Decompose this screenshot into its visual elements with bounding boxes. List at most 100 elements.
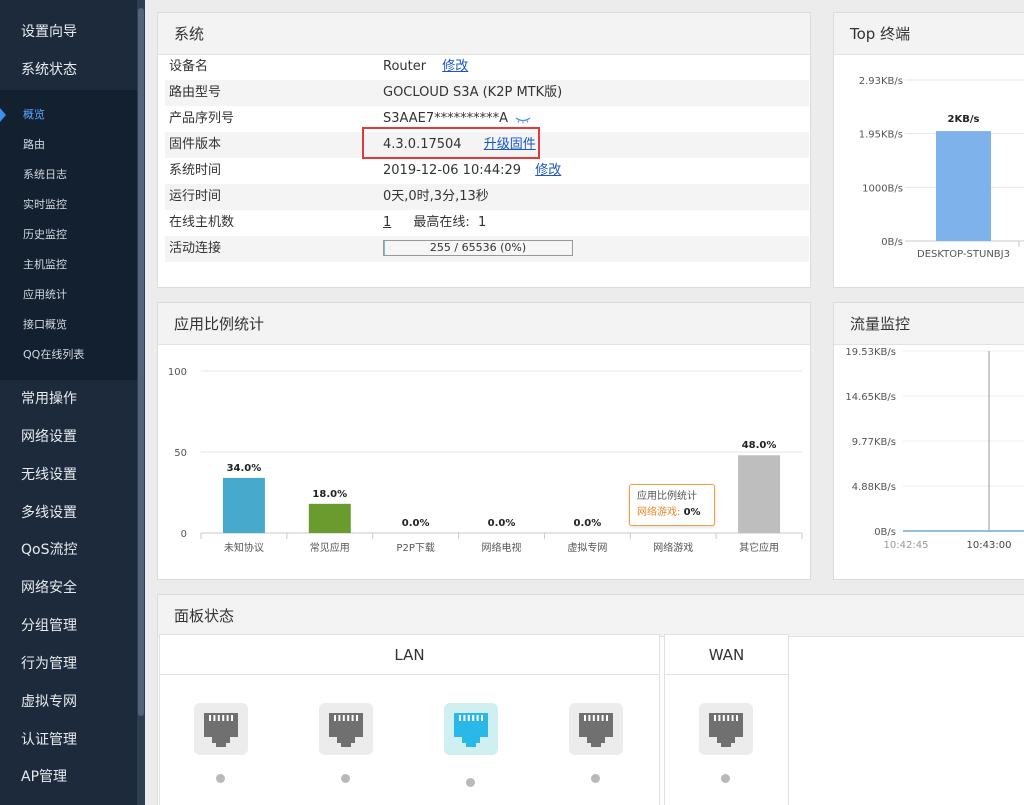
- nav-multiline-settings[interactable]: 多线设置: [0, 494, 137, 532]
- nav-network-settings[interactable]: 网络设置: [0, 418, 137, 456]
- show-serial-eye-icon[interactable]: [515, 114, 531, 124]
- row-key: 运行时间: [169, 189, 222, 204]
- nav-ap-management[interactable]: AP管理: [0, 758, 137, 796]
- ethernet-port-icon: [454, 713, 488, 747]
- lan-port-4[interactable]: [569, 703, 623, 755]
- app-ratio-title: 应用比例统计: [158, 303, 810, 345]
- wan-label: WAN: [665, 635, 788, 675]
- subnav-overview[interactable]: 概览: [0, 100, 137, 130]
- subnav-system-log[interactable]: 系统日志: [0, 160, 137, 190]
- panel-status-title: 面板状态: [158, 595, 1024, 637]
- row-online-hosts: 在线主机数 1 最高在线: 1: [165, 210, 809, 236]
- router-model-value: GOCLOUD S3A (K2P MTK版): [383, 85, 563, 100]
- uptime-value: 0天,0时,3分,13秒: [383, 189, 489, 204]
- bar-data-label: 2KB/s: [948, 114, 980, 125]
- nav-qos[interactable]: QoS流控: [0, 531, 137, 569]
- nav-setup-wizard[interactable]: 设置向导: [0, 13, 137, 51]
- nav-common-ops[interactable]: 常用操作: [0, 380, 137, 418]
- top-terminal-chart: 2.93KB/s 1.95KB/s 1000B/s 0B/s 2KB/s DESKTOP-…: [859, 76, 1024, 260]
- max-online-value: 1: [477, 215, 487, 230]
- ethernet-port-icon: [329, 713, 363, 747]
- x-tick-label: 虚拟专网: [567, 541, 607, 554]
- y-tick-label: 4.88KB/s: [852, 482, 896, 493]
- bar-data-label: 48.0%: [742, 440, 777, 451]
- row-key: 产品序列号: [169, 111, 235, 126]
- nav-system-status[interactable]: 系统状态: [0, 51, 137, 89]
- lan-port-1[interactable]: [194, 703, 248, 755]
- active-connections-bar: 255 / 65536 (0%): [383, 240, 573, 256]
- system-time-value: 2019-12-06 10:44:29: [383, 163, 522, 178]
- edit-system-time-link[interactable]: 修改: [535, 163, 561, 178]
- lan-port-2[interactable]: [319, 703, 373, 755]
- system-status-submenu: 概览 路由 系统日志 实时监控 历史监控 主机监控 应用统计 接口概览 QQ在线…: [0, 90, 137, 380]
- nav-vpn[interactable]: 虚拟专网: [0, 683, 137, 721]
- x-tick-label: 其它应用: [739, 541, 779, 554]
- sidebar: 设置向导 系统状态 概览 路由 系统日志 实时监控 历史监控 主机监控 应用统计…: [0, 0, 145, 805]
- row-uptime: 运行时间 0天,0时,3分,13秒: [165, 184, 809, 210]
- bar[interactable]: [936, 131, 991, 241]
- ethernet-port-icon: [204, 713, 238, 747]
- x-tick-label: 10:43:00: [967, 540, 1012, 551]
- active-connections-fill: [384, 241, 385, 255]
- bar-data-label: 18.0%: [312, 489, 347, 500]
- app-ratio-chart: 0 50 100 34.0% 未知协议 18.0% 常见应用 0.0% P2P下载 0.0% 网络电…: [168, 367, 803, 554]
- nav-behavior-management[interactable]: 行为管理: [0, 645, 137, 683]
- port-status-dot: [216, 774, 225, 783]
- bar[interactable]: [308, 503, 351, 533]
- port-status-dot: [466, 778, 475, 787]
- ethernet-port-icon: [579, 713, 613, 747]
- port-status-dot: [341, 774, 350, 783]
- row-value: 1 最高在线: 1: [383, 210, 486, 236]
- subnav-qq-online-list[interactable]: QQ在线列表: [0, 340, 137, 370]
- tooltip-value: 0%: [683, 507, 701, 518]
- y-tick-label: 0B/s: [874, 527, 896, 538]
- top-terminal-title: Top 终端: [834, 13, 1024, 55]
- wan-port-1[interactable]: [699, 703, 753, 755]
- x-tick-label: DESKTOP-STUNBJ3: [917, 249, 1010, 260]
- row-key: 系统时间: [169, 163, 222, 178]
- subnav-realtime-monitor[interactable]: 实时监控: [0, 190, 137, 220]
- y-tick-label: 100: [168, 367, 187, 378]
- subnav-route[interactable]: 路由: [0, 130, 137, 160]
- subnav-host-monitor[interactable]: 主机监控: [0, 250, 137, 280]
- tooltip-series: 网络游戏: 0%: [637, 505, 707, 521]
- bar-data-label: 0.0%: [488, 518, 516, 529]
- y-tick-label: 1.95KB/s: [859, 130, 903, 141]
- edit-device-name-link[interactable]: 修改: [442, 59, 468, 74]
- chart-tooltip: 应用比例统计 网络游戏: 0%: [629, 484, 715, 526]
- max-online-label: 最高在线:: [413, 215, 470, 230]
- tooltip-series-name: 网络游戏:: [637, 507, 681, 518]
- nav-group-management[interactable]: 分组管理: [0, 607, 137, 645]
- row-system-time: 系统时间 2019-12-06 10:44:29 修改: [165, 158, 809, 184]
- subnav-app-stats[interactable]: 应用统计: [0, 280, 137, 310]
- subnav-label: 概览: [23, 108, 45, 121]
- bar[interactable]: [738, 455, 781, 533]
- sidebar-scrollbar-thumb[interactable]: [138, 8, 144, 716]
- x-tick-label: 10:42:45: [884, 540, 929, 551]
- row-key: 在线主机数: [169, 215, 235, 230]
- y-tick-label: 2.93KB/s: [859, 76, 903, 87]
- sidebar-scrollbar[interactable]: [137, 0, 145, 805]
- bar[interactable]: [222, 477, 265, 533]
- y-tick-label: 1000B/s: [862, 183, 903, 194]
- y-tick-label: 19.53KB/s: [845, 347, 896, 358]
- y-tick-label: 9.77KB/s: [852, 437, 896, 448]
- serial-number-value: S3AAE7**********A: [383, 111, 509, 126]
- row-value: 2019-12-06 10:44:29 修改: [383, 158, 561, 184]
- nav-network-security[interactable]: 网络安全: [0, 569, 137, 607]
- lan-port-3[interactable]: [444, 703, 498, 755]
- online-hosts-link[interactable]: 1: [383, 215, 391, 230]
- bar-data-label: 0.0%: [402, 518, 430, 529]
- y-tick-label: 14.65KB/s: [845, 392, 896, 403]
- x-tick-label: 网络游戏: [653, 541, 693, 554]
- row-device-name: 设备名 Router 修改: [165, 54, 809, 80]
- bar-data-label: 34.0%: [227, 463, 262, 474]
- subnav-history-monitor[interactable]: 历史监控: [0, 220, 137, 250]
- firmware-highlight-box: [362, 127, 540, 159]
- subnav-interface-overview[interactable]: 接口概览: [0, 310, 137, 340]
- bar-data-label: 0.0%: [573, 518, 601, 529]
- row-router-model: 路由型号 GOCLOUD S3A (K2P MTK版): [165, 80, 809, 106]
- nav-wireless-settings[interactable]: 无线设置: [0, 456, 137, 494]
- y-tick-label: 0: [181, 529, 187, 540]
- nav-auth-management[interactable]: 认证管理: [0, 721, 137, 759]
